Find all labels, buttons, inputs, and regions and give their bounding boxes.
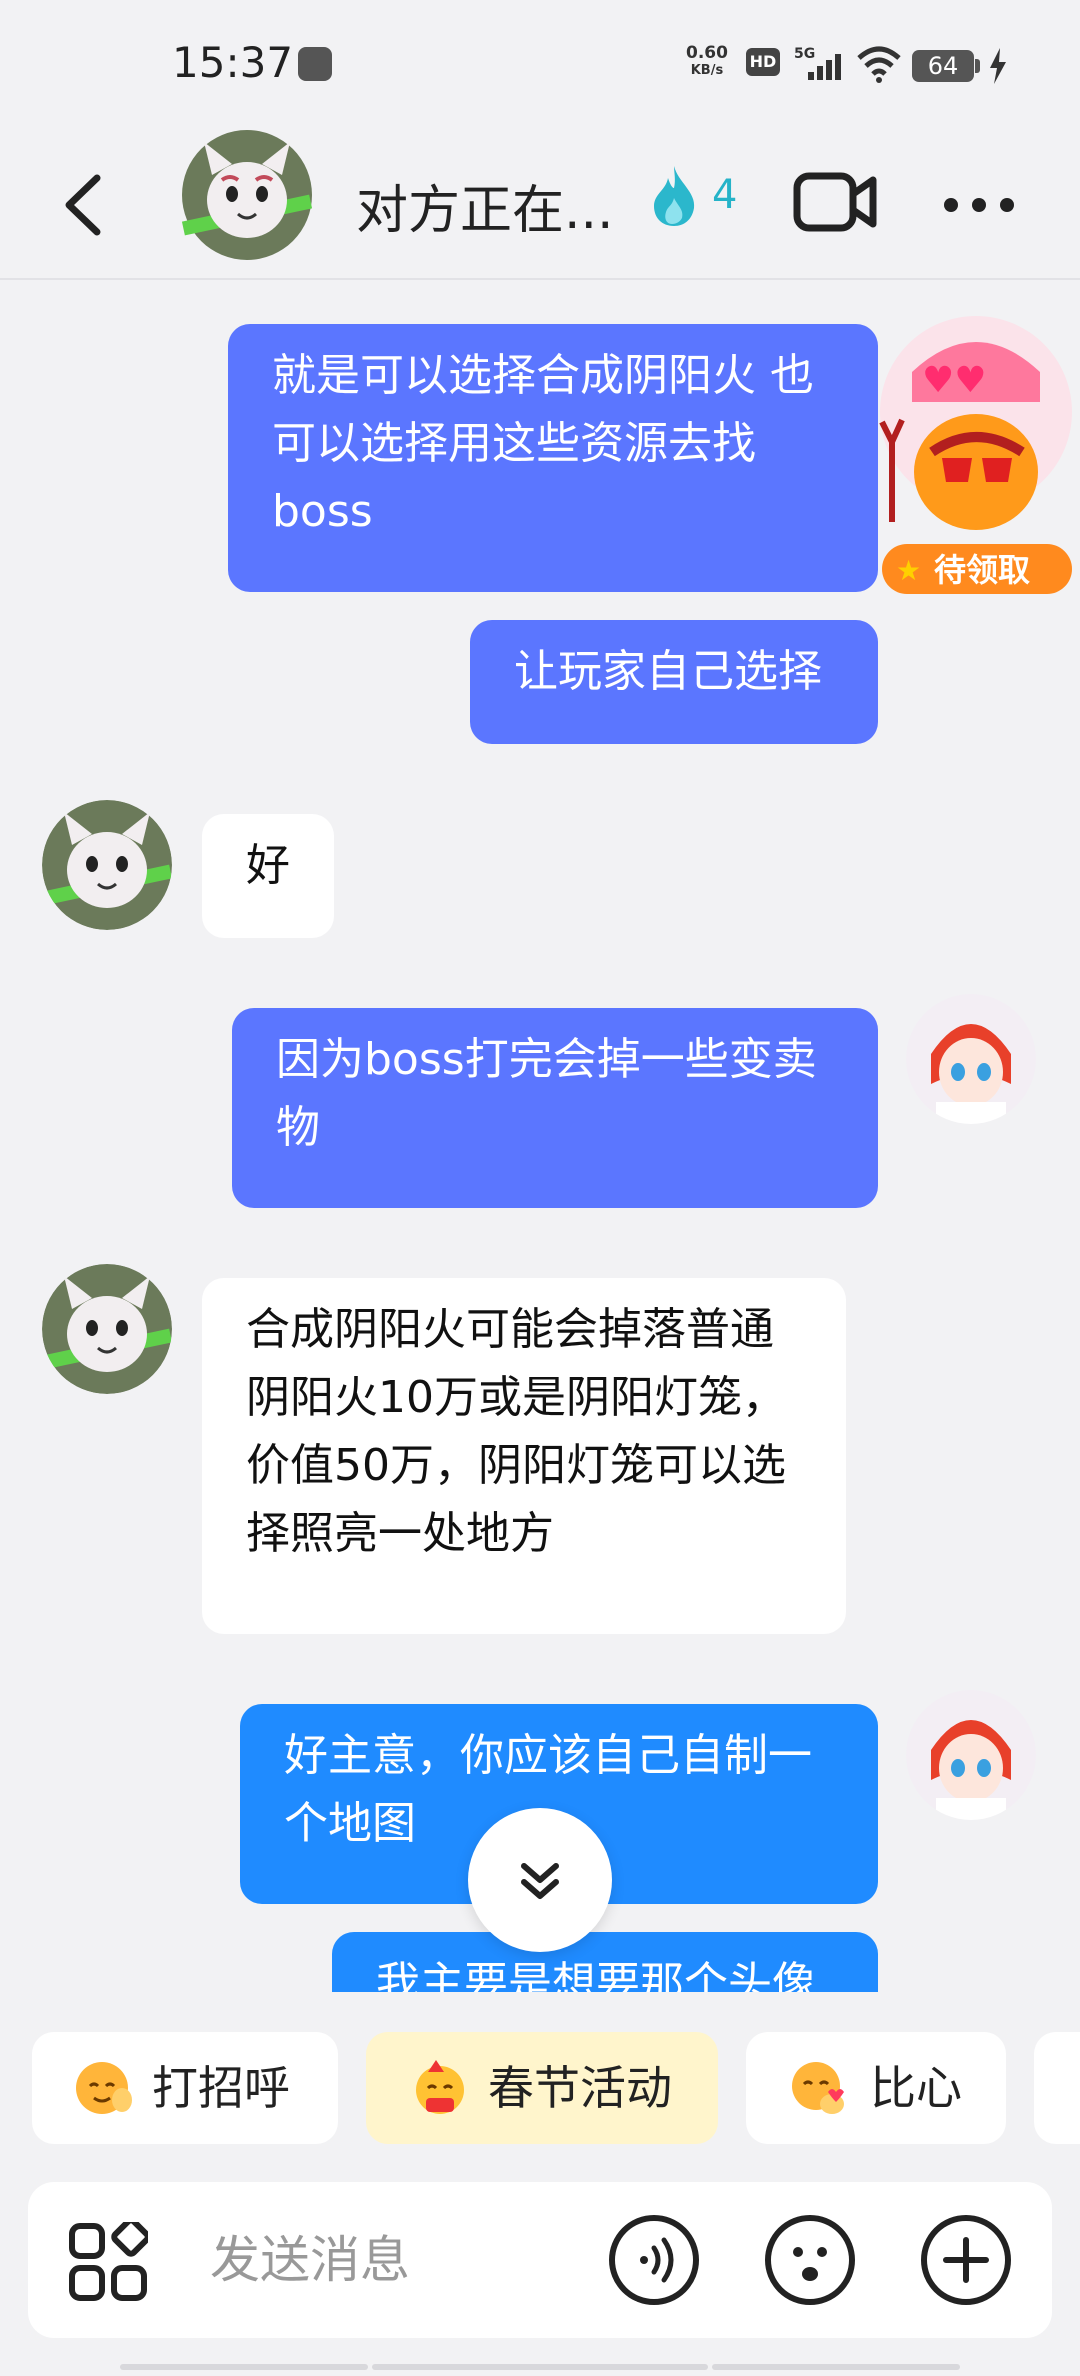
network-speed: 0.60 KB/s	[686, 44, 728, 80]
double-chevron-down-icon	[521, 1863, 559, 1899]
nav-indicator	[712, 2364, 960, 2370]
quick-action-heart[interactable]: 比心	[746, 2032, 1006, 2144]
contact-name: 对方正在...	[356, 181, 614, 241]
emoji-button[interactable]	[762, 2212, 858, 2308]
smiley-icon	[765, 2215, 855, 2305]
quick-action-label: 春节活动	[488, 2061, 672, 2115]
wifi-icon	[856, 44, 902, 88]
message-bubble-outgoing[interactable]: 就是可以选择合成阴阳火 也可以选择用这些资源去找boss	[228, 324, 878, 592]
apps-grid-icon[interactable]	[68, 2217, 151, 2306]
wave-emoji-icon	[76, 2062, 132, 2114]
my-avatar[interactable]	[906, 1690, 1036, 1820]
quick-action-greet[interactable]: 打招呼	[32, 2032, 338, 2144]
video-call-button[interactable]	[793, 170, 879, 238]
network-speed-value: 0.60	[686, 43, 728, 63]
more-dot-icon	[972, 198, 986, 212]
more-options-button[interactable]	[940, 190, 1020, 220]
contact-avatar-small[interactable]	[42, 800, 172, 930]
sticker-avatar[interactable]: ♥♥ ★ 待领取	[872, 312, 1080, 602]
signal-icon: 5G	[794, 44, 844, 88]
contact-avatar-small[interactable]	[42, 1264, 172, 1394]
more-dot-icon	[944, 198, 958, 212]
quick-action-more[interactable]	[1034, 2032, 1080, 2144]
sticker-claim-badge[interactable]: 待领取	[934, 548, 1030, 592]
network-speed-unit: KB/s	[690, 63, 724, 78]
voice-icon	[609, 2215, 699, 2305]
back-button[interactable]	[55, 170, 115, 240]
nav-indicator	[120, 2364, 368, 2370]
message-bubble-incoming[interactable]: 好	[202, 814, 334, 938]
message-bubble-incoming[interactable]: 合成阴阳火可能会掉落普通阴阳火10万或是阴阳灯笼，价值50万，阴阳灯笼可以选择照…	[202, 1278, 846, 1634]
chat-header: 对方正在... 4	[0, 130, 1080, 280]
network-type: 5G	[794, 46, 815, 62]
finger-heart-emoji-icon	[792, 2062, 844, 2114]
screenshot-icon	[298, 47, 332, 81]
contact-avatar[interactable]	[181, 130, 313, 260]
my-avatar[interactable]	[906, 994, 1036, 1124]
hd-badge: HD	[746, 48, 780, 76]
message-bubble-outgoing[interactable]: 让玩家自己选择	[470, 620, 878, 744]
battery-tip	[975, 59, 980, 73]
festival-emoji-icon	[416, 2060, 464, 2114]
svg-text:★: ★	[896, 554, 921, 587]
charging-icon	[988, 48, 1008, 88]
spark-flame-icon	[648, 164, 700, 232]
quick-action-label: 打招呼	[152, 2061, 290, 2115]
status-bar: 15:37 0.60 KB/s HD 5G 64	[0, 0, 1080, 130]
quick-action-spring-festival[interactable]: 春节活动	[366, 2032, 718, 2144]
nav-indicator	[372, 2364, 708, 2370]
quick-action-label: 比心	[870, 2061, 962, 2115]
spark-count: 4	[712, 172, 738, 218]
message-bubble-outgoing[interactable]: 因为boss打完会掉一些变卖物	[232, 1008, 878, 1208]
battery-icon: 64	[912, 50, 974, 82]
message-input[interactable]	[208, 2224, 592, 2296]
status-time: 15:37	[172, 38, 294, 87]
message-input-bar	[28, 2182, 1052, 2338]
scroll-to-bottom-button[interactable]	[468, 1808, 612, 1952]
svg-text:♥♥: ♥♥	[922, 360, 987, 401]
plus-icon	[921, 2215, 1011, 2305]
more-dot-icon	[1000, 198, 1014, 212]
voice-button[interactable]	[606, 2212, 702, 2308]
add-attachment-button[interactable]	[918, 2212, 1014, 2308]
